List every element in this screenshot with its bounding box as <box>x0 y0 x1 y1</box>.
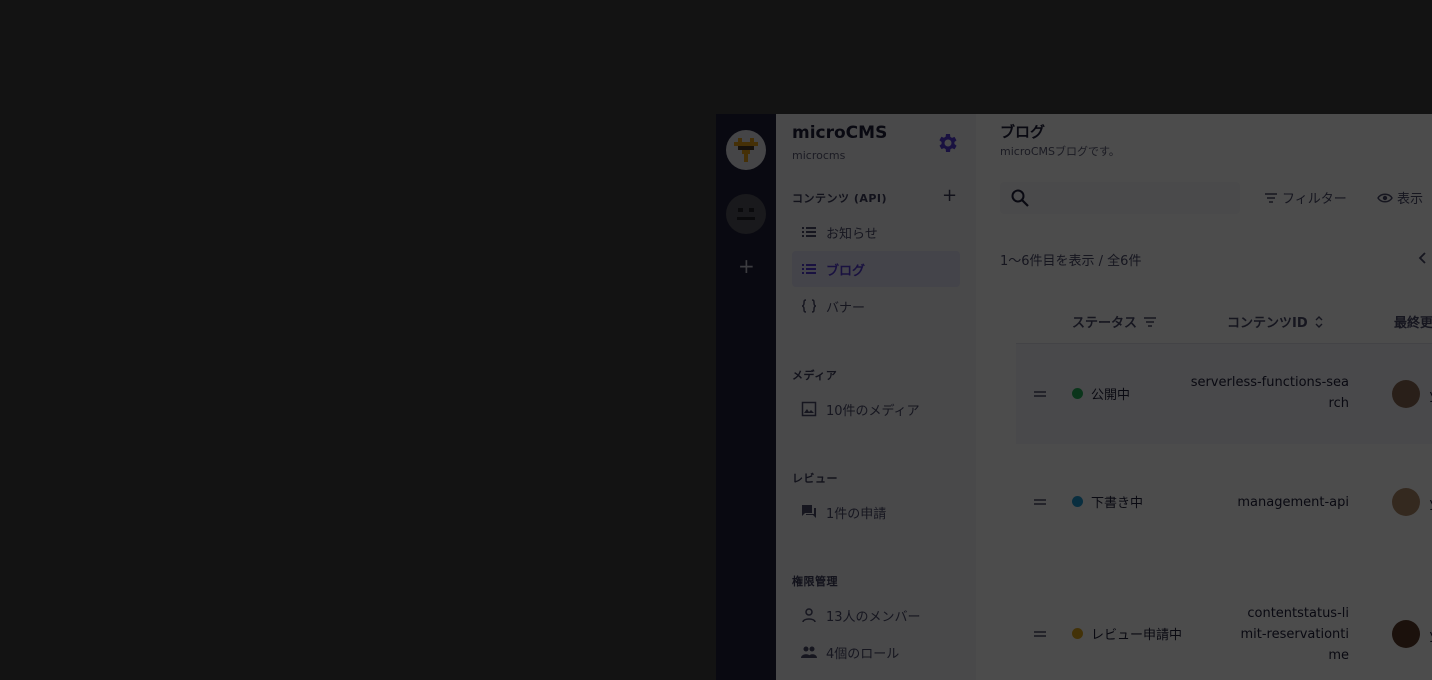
column-header-content-id[interactable]: コンテンツID <box>1227 312 1324 331</box>
page-description: microCMSブログです。 <box>1000 145 1120 158</box>
main-content: ブログ microCMSブログです。 フィルター 表示 1〜6件目を表示 / 全… <box>976 114 1432 680</box>
content-id: management-api <box>1237 495 1349 510</box>
eye-icon <box>1377 193 1393 202</box>
search-input[interactable] <box>1000 182 1240 214</box>
gear-icon[interactable] <box>936 131 960 155</box>
sidebar-item-news[interactable]: お知らせ <box>792 214 960 250</box>
table-row[interactable]: レビュー申請中 contentstatus-limit-reservationt… <box>1016 560 1432 680</box>
section-review: レビュー <box>792 472 838 485</box>
filter-label: フィルター <box>1282 192 1347 207</box>
avatar <box>1392 380 1420 408</box>
service-avatar-microcms[interactable] <box>726 130 766 170</box>
avatar <box>1392 488 1420 516</box>
filter-button[interactable]: フィルター <box>1264 188 1347 207</box>
chevron-left-icon[interactable] <box>1416 250 1430 266</box>
result-count: 1〜6件目を表示 / 全6件 <box>1000 254 1142 269</box>
filter-icon <box>1265 192 1277 203</box>
author-name: ｙ <box>1427 624 1432 643</box>
service-rail: + <box>716 114 776 680</box>
search-icon <box>1011 189 1029 207</box>
status-label: レビュー申請中 <box>1091 628 1183 643</box>
filter-icon <box>1144 316 1157 327</box>
drag-handle-icon[interactable] <box>1034 630 1046 638</box>
sidebar-item-banner[interactable]: バナー <box>792 288 960 324</box>
sidebar-item-label: 13人のメンバー <box>826 609 921 625</box>
add-api-icon[interactable]: + <box>942 187 957 205</box>
status-badge: 公開中 <box>1072 384 1130 403</box>
author-name: ｙ <box>1427 492 1432 511</box>
view-settings-button[interactable]: 表示 <box>1377 188 1423 207</box>
sidebar-item-roles[interactable]: 4個のロール <box>792 634 960 670</box>
image-icon <box>801 401 817 417</box>
chat-icon <box>802 505 816 518</box>
drag-handle-icon[interactable] <box>1034 498 1046 506</box>
page-title: ブログ <box>1000 123 1046 141</box>
braces-icon <box>801 299 817 313</box>
section-contents: コンテンツ (API) <box>792 192 888 205</box>
service-avatar-secondary[interactable] <box>726 194 766 234</box>
column-header-status[interactable]: ステータス <box>1072 312 1157 331</box>
sidebar-item-review[interactable]: 1件の申請 <box>792 494 960 530</box>
sidebar-item-label: 4個のロール <box>826 646 900 662</box>
status-dot <box>1072 496 1083 507</box>
section-media: メディア <box>792 369 838 382</box>
sidebar-item-label: 1件の申請 <box>826 506 887 522</box>
sort-icon <box>1315 315 1323 328</box>
content-id: contentstatus-limit-reservationtime <box>1240 606 1349 663</box>
sidebar-item-label: バナー <box>826 300 866 316</box>
column-label: コンテンツID <box>1227 316 1308 331</box>
table-row[interactable]: 公開中 serverless-functions-search ｙ <box>1016 344 1432 444</box>
table-row[interactable]: 下書き中 management-api ｙ <box>1016 444 1432 560</box>
drag-handle-icon[interactable] <box>1034 390 1046 398</box>
status-badge: 下書き中 <box>1072 492 1143 511</box>
author-name: ｙ <box>1427 384 1432 403</box>
column-header-updated[interactable]: 最終更 <box>1394 312 1432 331</box>
status-label: 下書き中 <box>1091 496 1144 511</box>
avatar <box>1392 620 1420 648</box>
view-label: 表示 <box>1397 192 1424 207</box>
person-icon <box>802 608 816 623</box>
content-id: serverless-functions-search <box>1190 375 1349 411</box>
service-name: microCMS <box>792 123 888 143</box>
sidebar-item-label: ブログ <box>826 263 866 279</box>
status-label: 公開中 <box>1091 388 1131 403</box>
list-icon <box>802 264 816 274</box>
sidebar-item-members[interactable]: 13人のメンバー <box>792 597 960 633</box>
status-dot <box>1072 388 1083 399</box>
status-dot <box>1072 628 1083 639</box>
sidebar-item-label: 10件のメディア <box>826 403 920 419</box>
people-icon <box>801 646 817 658</box>
sidebar: microCMS microcms コンテンツ (API) + お知らせ ブログ… <box>776 114 976 680</box>
sidebar-item-media[interactable]: 10件のメディア <box>792 391 960 427</box>
service-id: microcms <box>792 149 846 162</box>
add-service-icon[interactable]: + <box>738 256 755 276</box>
column-label: 最終更 <box>1394 316 1432 331</box>
list-icon <box>802 227 816 237</box>
status-badge: レビュー申請中 <box>1072 624 1182 643</box>
sidebar-item-label: お知らせ <box>826 226 878 242</box>
app-window: + microCMS microcms コンテンツ (API) + お知らせ ブ… <box>716 114 1432 680</box>
sidebar-item-blog[interactable]: ブログ <box>792 251 960 287</box>
column-label: ステータス <box>1072 316 1138 331</box>
section-permissions: 権限管理 <box>792 575 838 588</box>
